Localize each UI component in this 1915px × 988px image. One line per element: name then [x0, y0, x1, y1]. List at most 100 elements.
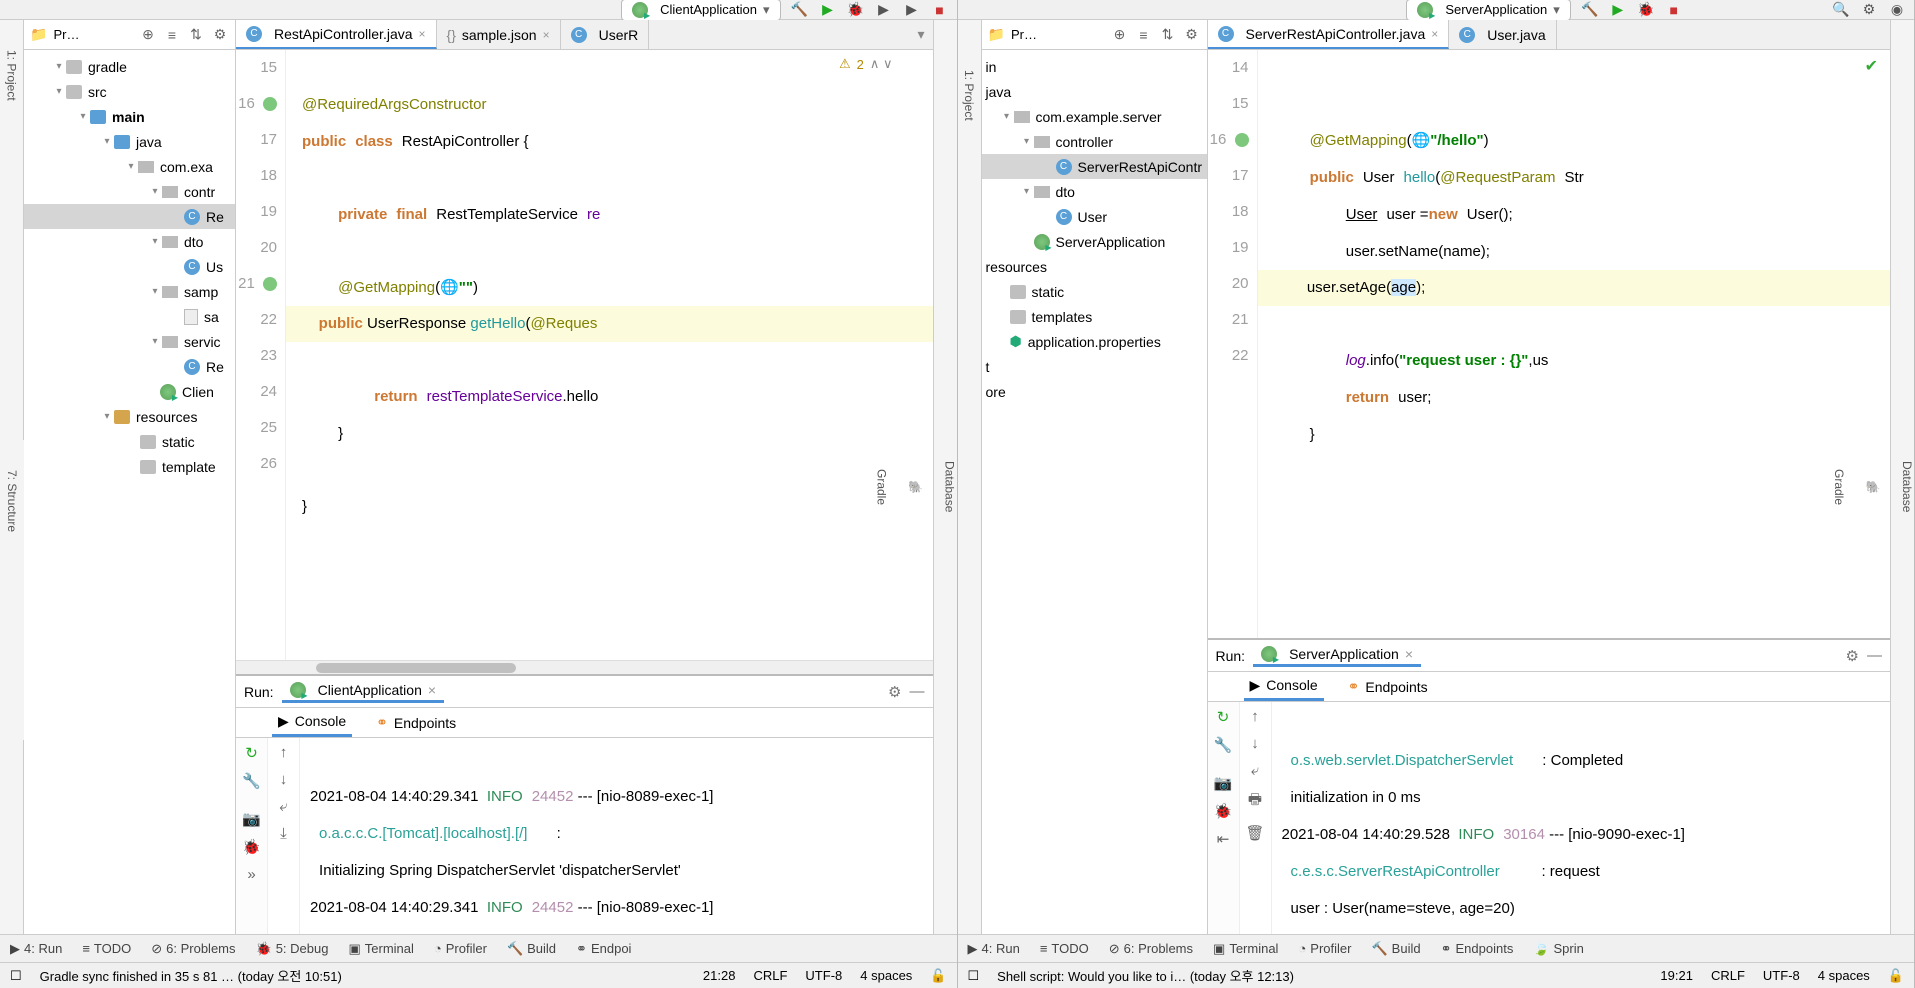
run-tool-button[interactable]: ▶ 4: Run: [958, 941, 1030, 957]
spring-tool-button[interactable]: 🍃 Sprin: [1523, 941, 1594, 957]
expand-icon[interactable]: ≡: [1135, 27, 1153, 43]
line-sep[interactable]: CRLF: [1711, 968, 1745, 983]
caret-pos[interactable]: 19:21: [1660, 968, 1693, 983]
scroll-icon[interactable]: ⤓: [280, 825, 287, 842]
build-tool-button[interactable]: 🔨 Build: [1361, 941, 1430, 957]
up-icon[interactable]: ↑: [1251, 708, 1259, 725]
rerun-icon[interactable]: ↻: [1217, 708, 1230, 726]
bug-icon[interactable]: 🐞: [1214, 802, 1233, 820]
expand-icon[interactable]: ≡: [163, 27, 181, 43]
profile-icon[interactable]: ▶: [903, 1, 921, 19]
minimize-icon[interactable]: —: [910, 683, 925, 700]
collapse-icon[interactable]: ⇅: [1159, 26, 1177, 43]
database-tab[interactable]: Database: [943, 461, 957, 512]
exit-icon[interactable]: ⇤: [1217, 830, 1230, 848]
collapse-icon[interactable]: ⇅: [187, 26, 205, 43]
todo-tool-button[interactable]: ≡ TODO: [72, 941, 141, 956]
close-icon[interactable]: ×: [428, 682, 436, 698]
tab-user[interactable]: CUser.java: [1449, 20, 1556, 49]
line-sep[interactable]: CRLF: [753, 968, 787, 983]
endpoints-tab[interactable]: ⚭Endpoints: [1342, 674, 1434, 699]
problems-tool-button[interactable]: ⊘ 6: Problems: [1099, 941, 1203, 957]
tab-restapi[interactable]: CRestApiController.java×: [236, 20, 437, 49]
h-scrollbar[interactable]: [236, 660, 933, 674]
right-tool-stripe[interactable]: Database 🐘 Gradle: [1890, 20, 1914, 934]
tab-server-ctrl[interactable]: CServerRestApiController.java×: [1208, 20, 1450, 49]
terminal-tool-button[interactable]: ▣ Terminal: [1203, 941, 1288, 957]
close-icon[interactable]: ×: [543, 28, 550, 42]
stop-icon[interactable]: ■: [931, 1, 949, 19]
gear-icon[interactable]: ⚙: [1860, 1, 1878, 19]
wrench-icon[interactable]: 🔧: [242, 772, 261, 790]
problems-tool-button[interactable]: ⊘ 6: Problems: [141, 941, 245, 957]
todo-tool-button[interactable]: ≡ TODO: [1030, 941, 1099, 956]
caret-pos[interactable]: 21:28: [703, 968, 736, 983]
endpoints-tool-button[interactable]: ⚭ Endpoints: [1431, 941, 1524, 957]
debug-icon[interactable]: 🐞: [1637, 1, 1655, 19]
indent[interactable]: 4 spaces: [1818, 968, 1870, 983]
run-config-selector[interactable]: ClientApplication: [621, 0, 780, 21]
stop-icon[interactable]: ■: [1665, 1, 1683, 19]
play-icon[interactable]: ▶: [1609, 1, 1627, 19]
hammer-icon[interactable]: 🔨: [1581, 1, 1599, 19]
endpoints-tool-button[interactable]: ⚭ Endpoi: [566, 941, 641, 957]
project-tree[interactable]: in java ▾com.example.server ▾controller …: [982, 50, 1207, 934]
run-app-chip[interactable]: ClientApplication ×: [282, 680, 444, 703]
gutter-run-icon[interactable]: [1235, 133, 1249, 147]
run-app-chip[interactable]: ServerApplication ×: [1253, 644, 1421, 667]
run-cov-icon[interactable]: ▶: [875, 1, 893, 19]
gear-icon[interactable]: ⚙: [211, 26, 229, 43]
close-icon[interactable]: ×: [1405, 646, 1413, 662]
left-stripe[interactable]: 1: Project: [958, 20, 982, 934]
up-icon[interactable]: ↑: [280, 744, 288, 761]
trash-icon[interactable]: 🗑: [1245, 824, 1264, 842]
down-icon[interactable]: ↓: [1251, 735, 1259, 752]
tab-sample[interactable]: {}sample.json×: [437, 20, 561, 49]
build-tool-button[interactable]: 🔨 Build: [497, 941, 566, 957]
close-icon[interactable]: ×: [1431, 27, 1438, 41]
right-tool-stripe[interactable]: Database 🐘 Gradle: [933, 20, 957, 934]
close-icon[interactable]: ×: [419, 27, 426, 41]
camera-icon[interactable]: 📷: [1214, 774, 1233, 792]
gear-icon[interactable]: ⚙: [1846, 647, 1859, 665]
indent[interactable]: 4 spaces: [860, 968, 912, 983]
project-tree[interactable]: ▾gradle ▾src ▾main ▾java ▾com.exa ▾contr…: [24, 50, 235, 934]
wrap-icon[interactable]: ⤶: [279, 798, 287, 815]
database-tab[interactable]: Database: [1900, 461, 1914, 512]
lock-icon[interactable]: 🔓: [930, 968, 946, 984]
code-editor[interactable]: 2 ∧ ∨ 1516 1718192021 2223242526 @Requir…: [236, 50, 933, 660]
console-tab[interactable]: ▶Console: [1244, 673, 1324, 701]
console-output[interactable]: o.s.web.servlet.DispatcherServlet : Comp…: [1272, 702, 1891, 934]
search-icon[interactable]: 🔍: [1832, 1, 1850, 19]
target-icon[interactable]: ⊕: [139, 26, 157, 43]
gutter-run-icon[interactable]: [263, 277, 277, 291]
profiler-tool-button[interactable]: ◔ Profiler: [1288, 941, 1361, 956]
hammer-icon[interactable]: 🔨: [791, 1, 809, 19]
code-content[interactable]: @RequiredArgsConstructor public class Re…: [286, 50, 933, 660]
encoding[interactable]: UTF-8: [1763, 968, 1800, 983]
lock-icon[interactable]: 🔓: [1888, 968, 1904, 984]
rerun-icon[interactable]: ↻: [245, 744, 258, 762]
debug-tool-button[interactable]: 🐞 5: Debug: [246, 941, 339, 957]
bug-icon[interactable]: 🐞: [242, 838, 261, 856]
down-icon[interactable]: ↓: [280, 771, 288, 788]
endpoints-tab[interactable]: ⚭Endpoints: [370, 710, 462, 735]
gutter-run-icon[interactable]: [263, 97, 277, 111]
profiler-tool-button[interactable]: ◔ Profiler: [424, 941, 497, 956]
code-editor[interactable]: ✔ 141516 171819202122 @GetMapping(🌐"/hel…: [1208, 50, 1891, 638]
more-icon[interactable]: »: [247, 866, 255, 883]
run-config-selector[interactable]: ServerApplication: [1406, 0, 1570, 21]
run-tool-button[interactable]: ▶ 4: Run: [0, 941, 72, 957]
print-icon[interactable]: 🖶: [1248, 789, 1262, 814]
gear-icon[interactable]: ⚙: [1183, 26, 1201, 43]
chevron-down-icon[interactable]: ▾: [909, 26, 932, 43]
code-content[interactable]: @GetMapping(🌐"/hello") public User hello…: [1258, 50, 1891, 638]
console-output[interactable]: 2021-08-04 14:40:29.341 INFO 24452 --- […: [300, 738, 933, 934]
terminal-tool-button[interactable]: ▣ Terminal: [338, 941, 423, 957]
target-icon[interactable]: ⊕: [1111, 26, 1129, 43]
play-icon[interactable]: ▶: [819, 1, 837, 19]
encoding[interactable]: UTF-8: [805, 968, 842, 983]
wrench-icon[interactable]: 🔧: [1214, 736, 1233, 754]
camera-icon[interactable]: 📷: [242, 810, 261, 828]
gear-icon[interactable]: ⚙: [888, 683, 901, 701]
